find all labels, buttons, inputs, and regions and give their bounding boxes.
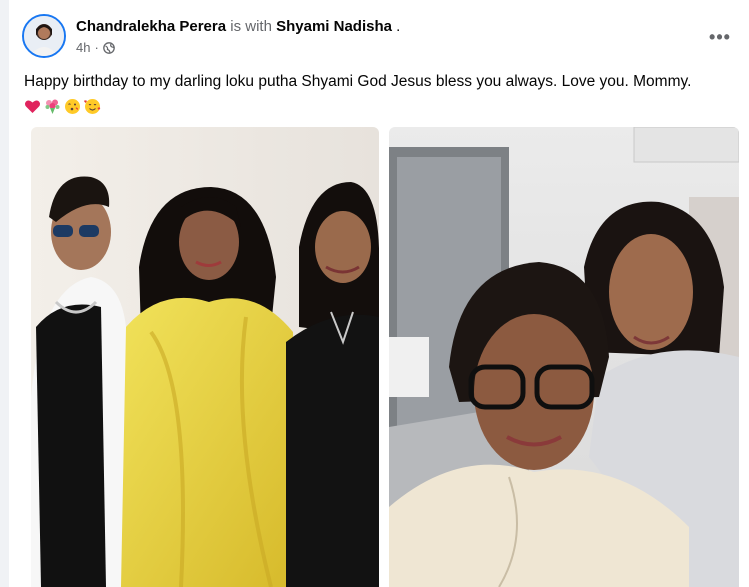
page-background: [0, 0, 9, 587]
post-header: Chandralekha Perera is with Shyami Nadis…: [22, 14, 735, 62]
tagged-suffix: .: [396, 18, 401, 35]
post-caption: Happy birthday to my darling loku putha …: [24, 73, 692, 90]
bouquet-icon: [44, 98, 61, 115]
post-photo-grid: [31, 127, 741, 587]
face-blowing-kiss-icon: [64, 98, 81, 115]
more-options-icon: •••: [709, 26, 731, 47]
photo-selfie-two-women[interactable]: [389, 127, 739, 587]
meta-separator: ·: [94, 40, 99, 55]
more-options-button[interactable]: •••: [705, 22, 735, 52]
author-line: Chandralekha Perera is with Shyami Nadis…: [76, 17, 695, 37]
post-subline: 4h ·: [76, 40, 695, 56]
photo-group-three-people[interactable]: [31, 127, 379, 587]
tagged-person-link[interactable]: Shyami Nadisha: [276, 18, 392, 35]
post-timestamp-link[interactable]: 4h: [76, 40, 90, 56]
feed-post: Chandralekha Perera is with Shyami Nadis…: [9, 0, 749, 587]
smiling-face-with-hearts-icon: [84, 98, 101, 115]
red-heart-icon: [24, 98, 41, 115]
caption-emojis: [24, 96, 101, 116]
author-name-link[interactable]: Chandralekha Perera: [76, 18, 226, 35]
post-meta: Chandralekha Perera is with Shyami Nadis…: [76, 17, 695, 56]
with-text: is with: [230, 18, 272, 35]
author-avatar[interactable]: [22, 14, 66, 58]
globe-icon[interactable]: [102, 42, 115, 54]
